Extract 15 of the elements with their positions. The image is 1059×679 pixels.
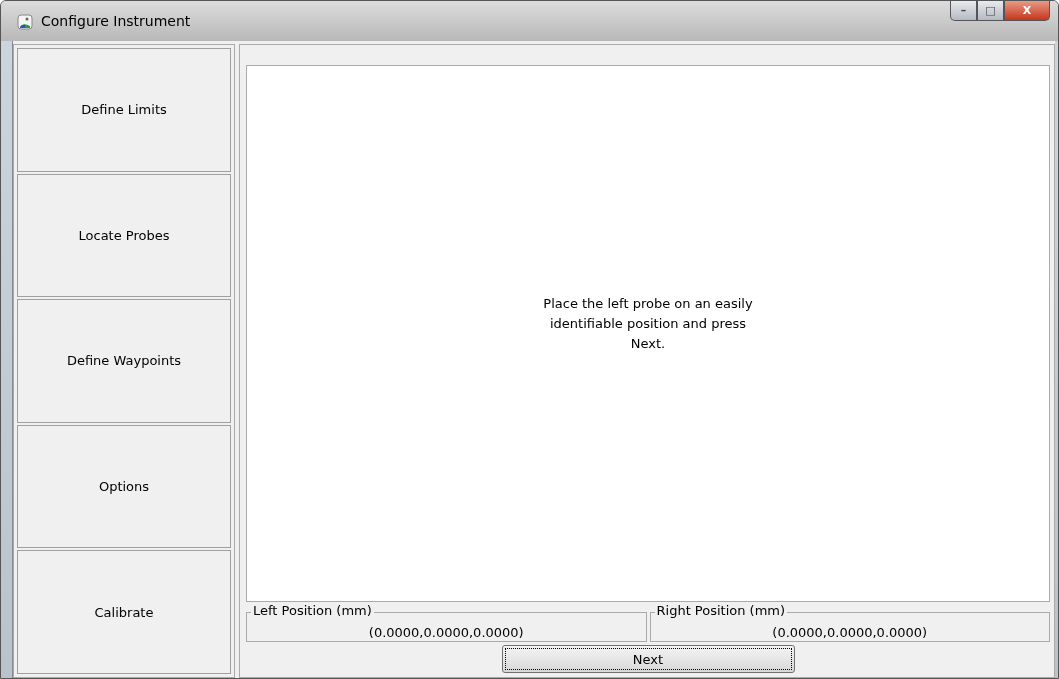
sidebar-button[interactable]: Define Limits (17, 48, 231, 172)
next-button[interactable]: Next (501, 645, 795, 673)
window-title: Configure Instrument (41, 13, 191, 29)
group-label: Left Position (mm) (251, 603, 374, 618)
position-value: (0.0000,0.0000,0.0000) (772, 625, 928, 640)
sidebar-button[interactable]: Calibrate (17, 550, 231, 674)
app-icon (17, 14, 33, 30)
position-value: (0.0000,0.0000,0.0000) (368, 625, 524, 640)
sidebar-button[interactable]: Options (17, 424, 231, 549)
minimize-button[interactable]: – (950, 1, 977, 21)
instruction-text: Place the left probe on an easily identifiable position and press Next. (543, 294, 753, 353)
sidebar-button[interactable]: Locate Probes (17, 173, 231, 298)
sidebar-button[interactable]: Define Waypoints (17, 299, 231, 423)
group-label: Right Position (mm) (654, 603, 788, 618)
maximize-button[interactable]: □ (977, 1, 1004, 21)
